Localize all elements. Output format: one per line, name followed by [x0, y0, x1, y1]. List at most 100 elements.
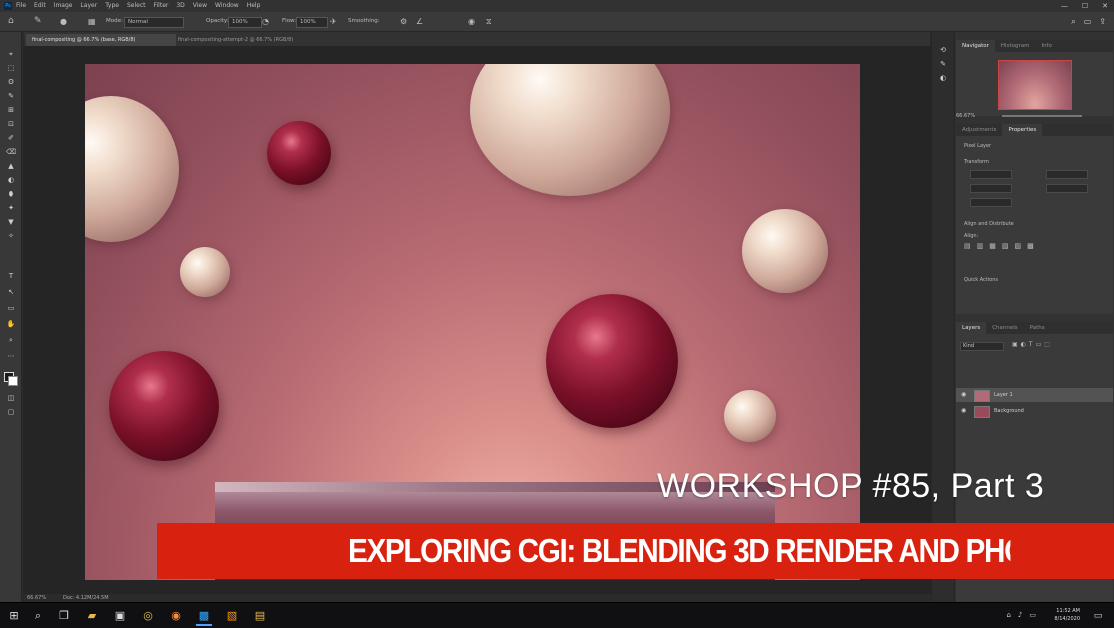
menu-layer[interactable]: Layer [80, 0, 97, 12]
layer-name[interactable]: Background [994, 404, 1024, 418]
photoshop-icon[interactable]: ▩ [196, 608, 212, 626]
workspace-icon[interactable]: ▭ [1084, 17, 1092, 27]
eraser-tool-icon[interactable]: ✦ [5, 204, 17, 213]
crop-tool-icon[interactable]: ⊞ [5, 106, 17, 115]
tab-navigator[interactable]: Navigator [956, 40, 995, 52]
layer-row[interactable]: ◉ Background [956, 404, 1113, 418]
transform-angle-input[interactable] [970, 198, 1012, 207]
status-zoom[interactable]: 66.67% [27, 594, 46, 602]
marquee-tool-icon[interactable]: ⬚ [5, 64, 17, 73]
search-icon[interactable]: ⌕ [30, 608, 46, 624]
menu-3d[interactable]: 3D [176, 0, 184, 12]
quick-select-tool-icon[interactable]: ✎ [5, 92, 17, 101]
airbrush-icon[interactable]: ✈ [330, 17, 337, 26]
tab-paths[interactable]: Paths [1024, 322, 1051, 334]
battery-icon[interactable]: ▭ [1029, 611, 1036, 619]
status-doc-info[interactable]: Doc: 4.12M/24.5M [63, 594, 109, 602]
type-tool-icon[interactable]: T [5, 272, 17, 281]
flow-input[interactable]: 100% [296, 17, 328, 28]
gradient-tool-icon[interactable]: ▼ [5, 218, 17, 227]
task-view-icon[interactable]: ❐ [56, 608, 72, 624]
windows-icon[interactable]: ⊞ [6, 608, 22, 624]
menu-help[interactable]: Help [247, 0, 261, 12]
tab-layers[interactable]: Layers [956, 322, 987, 334]
file-explorer-icon[interactable]: ▰ [84, 608, 100, 624]
navigator-zoom[interactable]: 66.67% [956, 112, 975, 120]
path-select-tool-icon[interactable]: ↖ [5, 288, 17, 297]
zoom-tool-icon[interactable]: ⌕ [5, 336, 17, 345]
volume-icon[interactable]: ♪ [1018, 611, 1022, 619]
clone-stamp-tool-icon[interactable]: ◐ [5, 176, 17, 185]
opacity-input[interactable]: 100% [228, 17, 262, 28]
chrome-icon[interactable]: ◎ [140, 608, 156, 624]
healing-tool-icon[interactable]: ⌫ [5, 148, 17, 157]
lasso-tool-icon[interactable]: ʘ [5, 78, 17, 87]
tab-adjustments[interactable]: Adjustments [956, 124, 1002, 136]
history-icon[interactable]: ⟲ [937, 46, 949, 55]
quick-mask-icon[interactable]: ◫ [5, 394, 17, 403]
navigator-zoom-slider[interactable] [1002, 115, 1082, 117]
menu-view[interactable]: View [193, 0, 207, 12]
brush-settings-icon[interactable]: ▦ [88, 17, 96, 26]
eyedropper-tool-icon[interactable]: ✐ [5, 134, 17, 143]
doc-tab-active[interactable]: final-compositing @ 66.7% (base, RGB/8) [26, 34, 176, 46]
menu-window[interactable]: Window [215, 0, 239, 12]
mode-select[interactable]: Normal [124, 17, 184, 28]
history-brush-tool-icon[interactable]: ⬮ [5, 190, 17, 199]
folder-icon[interactable]: ▤ [252, 608, 268, 624]
share-icon[interactable]: ⇪ [1099, 17, 1106, 27]
background-color-swatch[interactable] [8, 376, 18, 386]
brush-preset-icon[interactable]: ● [60, 17, 67, 26]
menu-edit[interactable]: Edit [34, 0, 46, 12]
close-button[interactable]: ✕ [1102, 0, 1108, 12]
navigator-thumbnail[interactable] [998, 60, 1072, 110]
store-icon[interactable]: ▣ [112, 608, 128, 624]
tab-info[interactable]: Info [1035, 40, 1057, 52]
layer-row[interactable]: ◉ Layer 1 [956, 388, 1113, 402]
more-tools-icon[interactable]: ⋯ [5, 352, 17, 361]
pressure-size-icon[interactable]: ◉ [468, 17, 475, 26]
eye-icon[interactable]: ◉ [961, 388, 966, 402]
blur-tool-icon[interactable]: ✧ [5, 232, 17, 241]
illustrator-icon[interactable]: ▧ [224, 608, 240, 624]
hand-tool-icon[interactable]: ✋ [5, 320, 17, 329]
tab-histogram[interactable]: Histogram [995, 40, 1036, 52]
menu-type[interactable]: Type [105, 0, 119, 12]
pressure-opacity-icon[interactable]: ◔ [262, 17, 269, 26]
shape-tool-icon[interactable]: ▭ [5, 304, 17, 313]
brush-tool-icon[interactable]: ▲ [5, 162, 17, 171]
move-tool-icon[interactable]: ⌖ [5, 50, 17, 59]
layer-filter-icons[interactable]: ▣◐T▭⬚ [1012, 341, 1053, 349]
transform-y-input[interactable] [1046, 184, 1088, 193]
clock[interactable]: 11:52 AM 8/14/2020 [1054, 607, 1080, 623]
network-icon[interactable]: ⌂ [1006, 611, 1010, 619]
align-buttons[interactable]: ▤▥▦▧▨▩ [964, 242, 1040, 250]
tab-channels[interactable]: Channels [986, 322, 1023, 334]
minimize-button[interactable]: — [1061, 0, 1068, 12]
doc-tab[interactable]: final-compositing-attempt-2 @ 66.7% (RGB… [172, 34, 320, 46]
transform-h-input[interactable] [1046, 170, 1088, 179]
symmetry-icon[interactable]: ⧖ [486, 17, 492, 26]
firefox-icon[interactable]: ◉ [168, 608, 184, 624]
eye-icon[interactable]: ◉ [961, 404, 966, 418]
menu-file[interactable]: File [16, 0, 26, 12]
tab-properties[interactable]: Properties [1002, 124, 1043, 136]
menu-filter[interactable]: Filter [154, 0, 169, 12]
maximize-button[interactable]: ☐ [1082, 0, 1088, 12]
layer-kind-filter[interactable]: Kind [960, 342, 1004, 351]
brushes-panel-icon[interactable]: ✎ [937, 60, 949, 69]
color-panel-icon[interactable]: ◐ [937, 74, 949, 83]
angle-icon[interactable]: ∠ [416, 17, 423, 26]
screen-mode-icon[interactable]: ▢ [5, 408, 17, 417]
frame-tool-icon[interactable]: ⊡ [5, 120, 17, 129]
transform-w-input[interactable] [970, 170, 1012, 179]
menu-image[interactable]: Image [54, 0, 73, 12]
menu-select[interactable]: Select [127, 0, 146, 12]
brush-tool-icon[interactable]: ✎ [34, 17, 42, 26]
transform-x-input[interactable] [970, 184, 1012, 193]
layer-name[interactable]: Layer 1 [994, 388, 1013, 402]
search-icon[interactable]: ⌕ [1071, 17, 1075, 27]
home-icon[interactable]: ⌂ [8, 17, 14, 26]
smoothing-options-icon[interactable]: ⚙ [400, 17, 407, 26]
notifications-icon[interactable]: ▭ [1090, 608, 1106, 624]
